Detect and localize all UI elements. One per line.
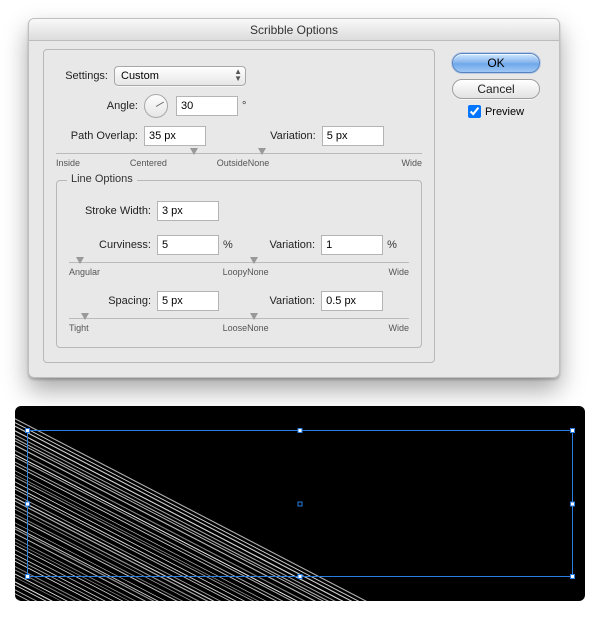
angle-label: Angle: <box>56 100 144 112</box>
angle-input[interactable] <box>176 96 238 116</box>
preview-checkbox[interactable] <box>468 105 481 118</box>
handle-icon[interactable] <box>25 428 30 433</box>
path-overlap-label: Path Overlap: <box>56 130 144 142</box>
slider-min-label: Angular <box>69 267 100 277</box>
stroke-width-input[interactable] <box>157 201 219 221</box>
settings-select[interactable]: Custom <box>114 66 246 86</box>
settings-label: Settings: <box>56 70 114 82</box>
handle-icon[interactable] <box>25 574 30 579</box>
path-overlap-input[interactable] <box>144 126 206 146</box>
dialog-title: Scribble Options <box>29 19 559 41</box>
stroke-width-label: Stroke Width: <box>69 205 157 217</box>
main-panel: Settings: Custom ▲▼ Angle: ° <box>43 49 435 363</box>
handle-icon[interactable] <box>25 501 30 506</box>
spacing-slider[interactable] <box>69 315 247 323</box>
ok-button[interactable]: OK <box>452 53 540 73</box>
line-options-panel: Line Options Stroke Width: Curviness: % <box>56 180 422 348</box>
curviness-unit: % <box>223 239 233 251</box>
cancel-button[interactable]: Cancel <box>452 79 540 99</box>
slider-min-label: Tight <box>69 323 89 333</box>
slider-thumb-icon <box>258 148 266 155</box>
slider-thumb-icon <box>76 257 84 264</box>
sp-variation-input[interactable] <box>321 291 383 311</box>
po-variation-slider[interactable] <box>248 150 422 158</box>
scribble-preview <box>15 406 585 601</box>
slider-thumb-icon <box>250 313 258 320</box>
cv-variation-unit: % <box>387 239 397 251</box>
slider-max-label: Wide <box>401 158 422 168</box>
slider-min-label: None <box>247 267 269 277</box>
slider-min-label: None <box>248 158 270 168</box>
center-handle-icon[interactable] <box>298 501 303 506</box>
slider-max-label: Wide <box>388 267 409 277</box>
handle-icon[interactable] <box>570 501 575 506</box>
handle-icon[interactable] <box>570 428 575 433</box>
spacing-label: Spacing: <box>69 295 157 307</box>
handle-icon[interactable] <box>570 574 575 579</box>
cv-variation-slider[interactable] <box>247 259 409 267</box>
handle-icon[interactable] <box>298 574 303 579</box>
preview-label: Preview <box>485 106 524 118</box>
scribble-options-dialog: Scribble Options Settings: Custom ▲▼ Ang… <box>28 18 560 378</box>
slider-max-label: Wide <box>388 323 409 333</box>
slider-max-label: Loopy <box>223 267 248 277</box>
slider-max-label: Loose <box>223 323 248 333</box>
sp-variation-slider[interactable] <box>247 315 409 323</box>
cv-variation-input[interactable] <box>321 235 383 255</box>
curviness-slider[interactable] <box>69 259 247 267</box>
line-options-legend: Line Options <box>67 173 137 185</box>
slider-min-label: None <box>247 323 269 333</box>
slider-max-label: Outside <box>217 158 248 168</box>
curviness-input[interactable] <box>157 235 219 255</box>
angle-unit: ° <box>242 100 246 112</box>
curviness-label: Curviness: <box>69 239 157 251</box>
po-variation-label: Variation: <box>262 130 322 142</box>
handle-icon[interactable] <box>298 428 303 433</box>
slider-thumb-icon <box>250 257 258 264</box>
selection-rect[interactable] <box>27 430 573 577</box>
slider-thumb-icon <box>81 313 89 320</box>
path-overlap-slider[interactable] <box>56 150 248 158</box>
cv-variation-label: Variation: <box>261 239 321 251</box>
slider-thumb-icon <box>190 148 198 155</box>
sp-variation-label: Variation: <box>261 295 321 307</box>
slider-mid-label: Centered <box>130 158 167 168</box>
angle-dial-hand <box>156 102 164 107</box>
angle-dial[interactable] <box>144 94 168 118</box>
spacing-input[interactable] <box>157 291 219 311</box>
po-variation-input[interactable] <box>322 126 384 146</box>
slider-min-label: Inside <box>56 158 80 168</box>
